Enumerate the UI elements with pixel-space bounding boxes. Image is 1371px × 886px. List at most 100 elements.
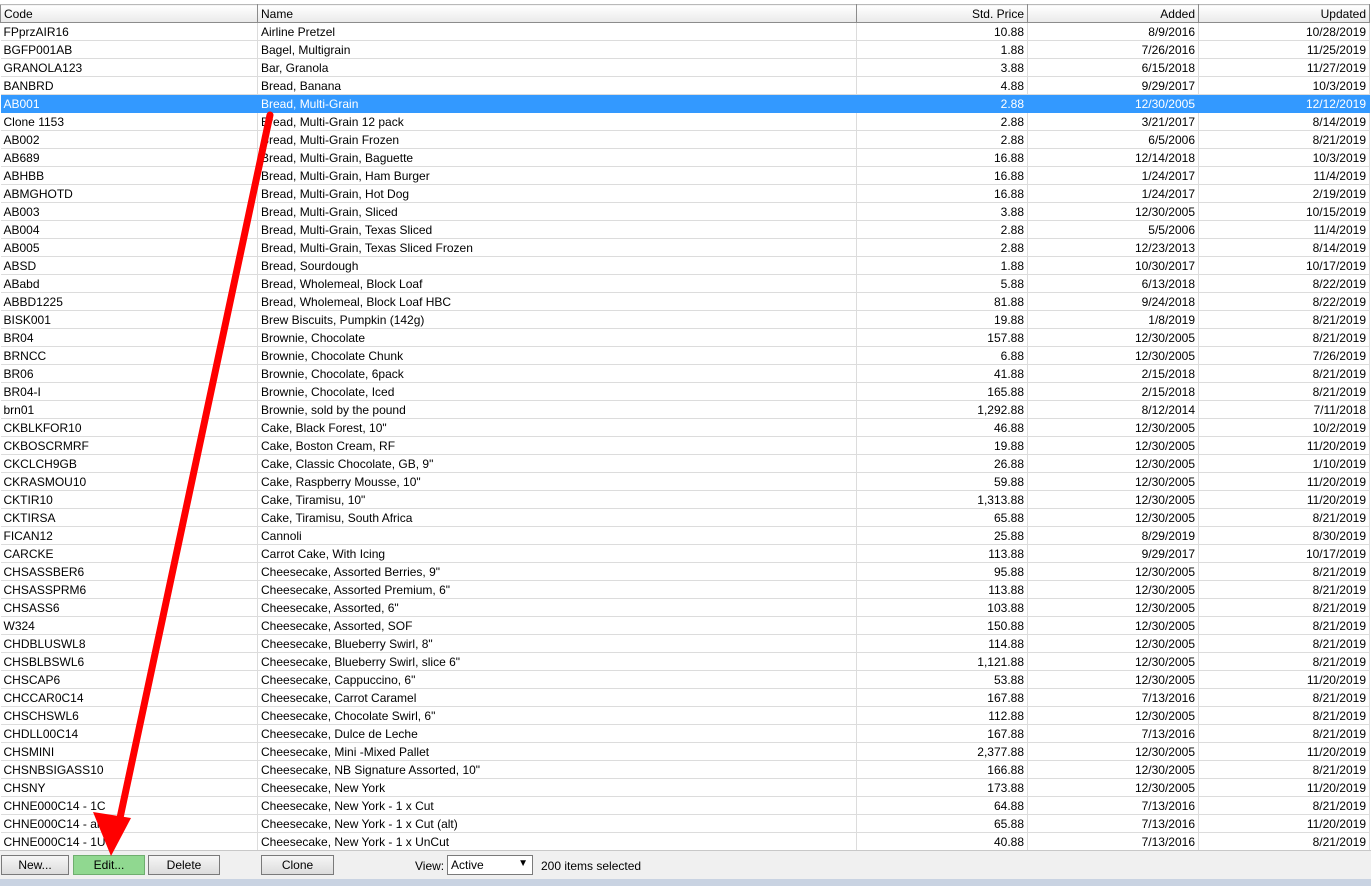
cell-name: Brownie, Chocolate, Iced bbox=[257, 382, 857, 401]
table-row[interactable]: CHSMINI Cheesecake, Mini -Mixed Pallet 2,3… bbox=[0, 742, 1370, 761]
cell-std-price: 65.88 bbox=[856, 814, 1028, 833]
table-row[interactable]: BR06 Brownie, Chocolate, 6pack 41.88 2/15/2… bbox=[0, 364, 1370, 383]
cell-std-price: 46.88 bbox=[856, 418, 1028, 437]
cell-std-price: 2.88 bbox=[856, 112, 1028, 131]
cell-std-price: 81.88 bbox=[856, 292, 1028, 311]
cell-std-price: 2.88 bbox=[856, 238, 1028, 257]
cell-name: Bread, Multi-Grain, Texas Sliced bbox=[257, 220, 857, 239]
cell-updated: 8/22/2019 bbox=[1198, 274, 1370, 293]
clone-button[interactable]: Clone bbox=[261, 855, 334, 875]
table-row[interactable]: CHNE000C14 - alt Cheesecake, New York - 1… bbox=[0, 814, 1370, 833]
table-row[interactable]: CHNE000C14 - 1C Cheesecake, New York - 1 … bbox=[0, 796, 1370, 815]
cell-name: Cheesecake, NB Signature Assorted, 10" bbox=[257, 760, 857, 779]
cell-name: Cake, Tiramisu, South Africa bbox=[257, 508, 857, 527]
table-row[interactable]: AB001 Bread, Multi-Grain 2.88 12/30/2005 12/… bbox=[0, 94, 1370, 113]
table-row[interactable]: CHSASSBER6 Cheesecake, Assorted Berries, … bbox=[0, 562, 1370, 581]
cell-updated: 11/20/2019 bbox=[1198, 742, 1370, 761]
cell-std-price: 157.88 bbox=[856, 328, 1028, 347]
table-row[interactable]: W324 Cheesecake, Assorted, SOF 150.88 12/30… bbox=[0, 616, 1370, 635]
table-row[interactable]: BISK001 Brew Biscuits, Pumpkin (142g) 19.8… bbox=[0, 310, 1370, 329]
cell-added: 8/29/2019 bbox=[1027, 526, 1199, 545]
cell-name: Bread, Wholemeal, Block Loaf bbox=[257, 274, 857, 293]
column-header-updated[interactable]: Updated bbox=[1198, 4, 1370, 23]
table-row[interactable]: CHDLL00C14 Cheesecake, Dulce de Leche 167.… bbox=[0, 724, 1370, 743]
cell-added: 12/30/2005 bbox=[1027, 652, 1199, 671]
cell-code: CHNE000C14 - 1C bbox=[0, 796, 258, 815]
table-row[interactable]: BRNCC Brownie, Chocolate Chunk 6.88 12/30/2… bbox=[0, 346, 1370, 365]
cell-name: Bread, Multi-Grain, Ham Burger bbox=[257, 166, 857, 185]
table-row[interactable]: FPprzAIR16 Airline Pretzel 10.88 8/9/2016 10… bbox=[0, 22, 1370, 41]
column-header-code[interactable]: Code bbox=[0, 4, 258, 23]
table-row[interactable]: CKBOSCRMRF Cake, Boston Cream, RF 19.88 12/… bbox=[0, 436, 1370, 455]
table-row[interactable]: brn01 Brownie, sold by the pound 1,292.88 8… bbox=[0, 400, 1370, 419]
cell-updated: 8/21/2019 bbox=[1198, 598, 1370, 617]
table-row[interactable]: CHSBLBSWL6 Cheesecake, Blueberry Swirl, s… bbox=[0, 652, 1370, 671]
table-row[interactable]: AB003 Bread, Multi-Grain, Sliced 3.88 12/30… bbox=[0, 202, 1370, 221]
cell-code: BRNCC bbox=[0, 346, 258, 365]
cell-name: Bread, Multi-Grain Frozen bbox=[257, 130, 857, 149]
table-row[interactable]: ABabd Bread, Wholemeal, Block Loaf 5.88 6/1… bbox=[0, 274, 1370, 293]
column-header-std-price[interactable]: Std. Price bbox=[856, 4, 1028, 23]
cell-std-price: 1,292.88 bbox=[856, 400, 1028, 419]
table-row[interactable]: CHNE000C14 - 1U Cheesecake, New York - 1 … bbox=[0, 832, 1370, 851]
table-row[interactable]: CHSCAP6 Cheesecake, Cappuccino, 6" 53.88 12… bbox=[0, 670, 1370, 689]
cell-added: 12/30/2005 bbox=[1027, 634, 1199, 653]
delete-button[interactable]: Delete bbox=[148, 855, 220, 875]
cell-added: 12/30/2005 bbox=[1027, 418, 1199, 437]
view-select[interactable]: Active ▼ bbox=[447, 855, 533, 875]
cell-name: Bread, Multi-Grain 12 pack bbox=[257, 112, 857, 131]
table-row[interactable]: ABBD1225 Bread, Wholemeal, Block Loaf HBC… bbox=[0, 292, 1370, 311]
table-row[interactable]: AB689 Bread, Multi-Grain, Baguette 16.88 12… bbox=[0, 148, 1370, 167]
cell-code: CKBLKFOR10 bbox=[0, 418, 258, 437]
cell-std-price: 1,313.88 bbox=[856, 490, 1028, 509]
chevron-down-icon: ▼ bbox=[518, 858, 528, 869]
new-button[interactable]: New... bbox=[1, 855, 69, 875]
table-row[interactable]: CKBLKFOR10 Cake, Black Forest, 10" 46.88 12… bbox=[0, 418, 1370, 437]
column-header-added[interactable]: Added bbox=[1027, 4, 1199, 23]
cell-code: GRANOLA123 bbox=[0, 58, 258, 77]
table-row[interactable]: ABHBB Bread, Multi-Grain, Ham Burger 16.88… bbox=[0, 166, 1370, 185]
cell-added: 9/24/2018 bbox=[1027, 292, 1199, 311]
cell-code: FPprzAIR16 bbox=[0, 22, 258, 41]
table-row[interactable]: CHSASSPRM6 Cheesecake, Assorted Premium, … bbox=[0, 580, 1370, 599]
table-row[interactable]: Clone 1153 Bread, Multi-Grain 12 pack 2.88… bbox=[0, 112, 1370, 131]
table-row[interactable]: CHSCHSWL6 Cheesecake, Chocolate Swirl, 6"… bbox=[0, 706, 1370, 725]
cell-name: Bagel, Multigrain bbox=[257, 40, 857, 59]
table-row[interactable]: CHCCAR0C14 Cheesecake, Carrot Caramel 167.… bbox=[0, 688, 1370, 707]
cell-code: AB003 bbox=[0, 202, 258, 221]
cell-updated: 8/21/2019 bbox=[1198, 130, 1370, 149]
table-row[interactable]: CHSNBSIGASS10 Cheesecake, NB Signature As… bbox=[0, 760, 1370, 779]
cell-std-price: 2.88 bbox=[856, 220, 1028, 239]
cell-added: 12/30/2005 bbox=[1027, 94, 1199, 113]
table-row[interactable]: CKRASMOU10 Cake, Raspberry Mousse, 10" 59.… bbox=[0, 472, 1370, 491]
cell-code: CARCKE bbox=[0, 544, 258, 563]
table-row[interactable]: CHDBLUSWL8 Cheesecake, Blueberry Swirl, 8… bbox=[0, 634, 1370, 653]
table-row[interactable]: AB004 Bread, Multi-Grain, Texas Sliced 2.8… bbox=[0, 220, 1370, 239]
table-row[interactable]: BGFP001AB Bagel, Multigrain 1.88 7/26/2016 1… bbox=[0, 40, 1370, 59]
table-row[interactable]: BR04 Brownie, Chocolate 157.88 12/30/2005 8/… bbox=[0, 328, 1370, 347]
table-row[interactable]: CARCKE Carrot Cake, With Icing 113.88 9/29/… bbox=[0, 544, 1370, 563]
column-header-name[interactable]: Name bbox=[257, 4, 857, 23]
table-row[interactable]: CKTIRSA Cake, Tiramisu, South Africa 65.88… bbox=[0, 508, 1370, 527]
cell-std-price: 167.88 bbox=[856, 724, 1028, 743]
cell-code: CHDBLUSWL8 bbox=[0, 634, 258, 653]
table-row[interactable]: CKTIR10 Cake, Tiramisu, 10" 1,313.88 12/30/… bbox=[0, 490, 1370, 509]
table-row[interactable]: CHSASS6 Cheesecake, Assorted, 6" 103.88 12/… bbox=[0, 598, 1370, 617]
cell-name: Cheesecake, Assorted, SOF bbox=[257, 616, 857, 635]
cell-code: CHSCHSWL6 bbox=[0, 706, 258, 725]
table-row[interactable]: AB005 Bread, Multi-Grain, Texas Sliced Fr… bbox=[0, 238, 1370, 257]
table-row[interactable]: CKCLCH9GB Cake, Classic Chocolate, GB, 9"… bbox=[0, 454, 1370, 473]
cell-name: Cake, Raspberry Mousse, 10" bbox=[257, 472, 857, 491]
table-row[interactable]: FICAN12 Cannoli 25.88 8/29/2019 8/30/2019 bbox=[0, 526, 1370, 545]
table-row[interactable]: CHSNY Cheesecake, New York 173.88 12/30/200… bbox=[0, 778, 1370, 797]
table-row[interactable]: ABMGHOTD Bread, Multi-Grain, Hot Dog 16.88… bbox=[0, 184, 1370, 203]
cell-code: W324 bbox=[0, 616, 258, 635]
table-row[interactable]: GRANOLA123 Bar, Granola 3.88 6/15/2018 11/27… bbox=[0, 58, 1370, 77]
table-row[interactable]: AB002 Bread, Multi-Grain Frozen 2.88 6/5/20… bbox=[0, 130, 1370, 149]
table-row[interactable]: ABSD Bread, Sourdough 1.88 10/30/2017 10/17/… bbox=[0, 256, 1370, 275]
table-row[interactable]: BANBRD Bread, Banana 4.88 9/29/2017 10/3/201… bbox=[0, 76, 1370, 95]
table-row[interactable]: BR04-I Brownie, Chocolate, Iced 165.88 2/15… bbox=[0, 382, 1370, 401]
cell-name: Cake, Boston Cream, RF bbox=[257, 436, 857, 455]
edit-button[interactable]: Edit... bbox=[73, 855, 145, 875]
cell-code: CKBOSCRMRF bbox=[0, 436, 258, 455]
